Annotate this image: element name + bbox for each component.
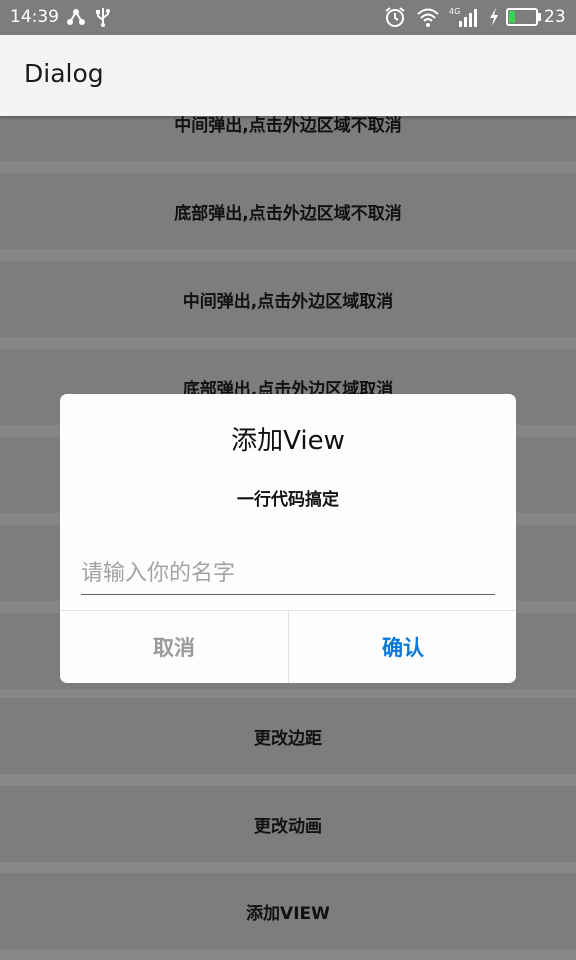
status-bar: 14:39 4G 23 — [0, 0, 576, 35]
wifi-icon — [416, 6, 440, 28]
list-button-9[interactable]: 添加VIEW — [0, 873, 576, 949]
list-button-8[interactable]: 更改动画 — [0, 786, 576, 862]
confirm-button[interactable]: 确认 — [289, 611, 516, 683]
share-icon — [66, 6, 86, 28]
alarm-icon — [384, 6, 406, 28]
cancel-button[interactable]: 取消 — [60, 611, 288, 683]
battery-percent: 23 — [544, 7, 566, 27]
app-title: Dialog — [24, 59, 104, 88]
app-bar: Dialog — [0, 35, 576, 116]
charging-icon — [487, 6, 501, 28]
signal-icon: 4G — [449, 6, 479, 28]
list-button-7[interactable]: 更改边距 — [0, 698, 576, 774]
usb-icon — [95, 6, 111, 28]
name-input[interactable] — [81, 554, 495, 595]
battery-icon — [506, 6, 542, 28]
status-time: 14:39 — [10, 7, 59, 27]
battery-fill — [509, 11, 515, 23]
network-badge: 4G — [449, 7, 460, 16]
dialog-title: 添加View — [231, 426, 345, 456]
list-button-2[interactable]: 中间弹出,点击外边区域取消 — [0, 261, 576, 337]
list-button-1[interactable]: 底部弹出,点击外边区域不取消 — [0, 173, 576, 249]
add-view-dialog: 添加View 一行代码搞定 取消 确认 — [60, 394, 516, 683]
dialog-subtitle: 一行代码搞定 — [237, 490, 339, 510]
